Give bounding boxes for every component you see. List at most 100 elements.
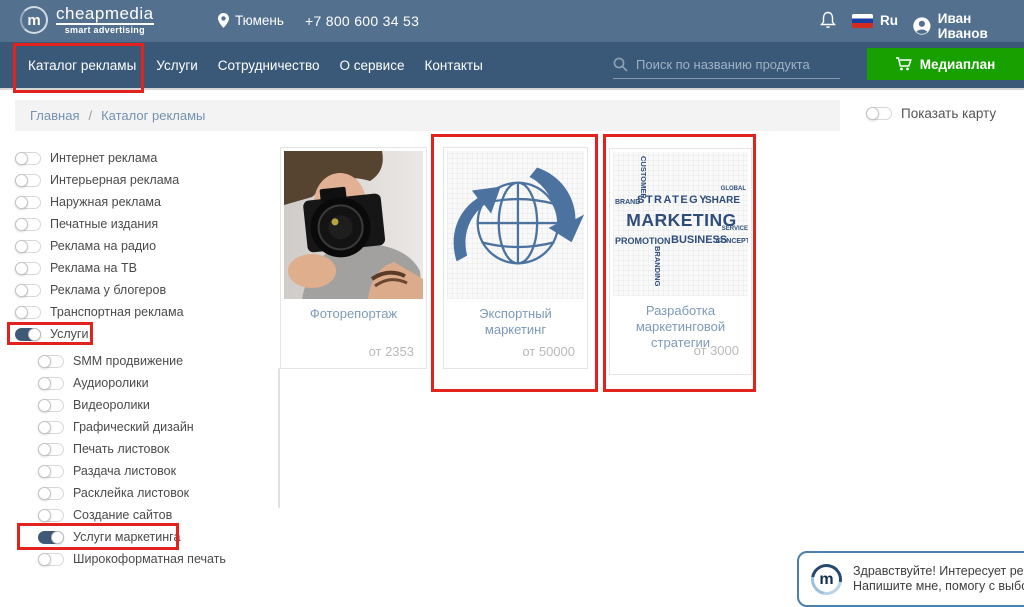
marketing-word-cloud: CUSTOMER GLOBAL STRATEGY SHARE BRAND MAR… xyxy=(613,152,748,296)
filter-label[interactable]: Реклама на ТВ xyxy=(50,261,137,275)
filter-transportnaya-reklama: Транспортная реклама xyxy=(15,301,265,323)
language-switcher[interactable]: Ru xyxy=(880,13,898,28)
filter-label[interactable]: Графический дизайн xyxy=(73,420,194,434)
filter-label[interactable]: Печать листовок xyxy=(73,442,169,456)
filter-raskleyka-listovok: Расклейка листовок xyxy=(38,482,265,504)
filter-toggle[interactable] xyxy=(38,443,64,456)
filter-label[interactable]: Широкоформатная печать xyxy=(73,552,226,566)
photographer-photo xyxy=(284,151,423,299)
filter-label[interactable]: Расклейка листовок xyxy=(73,486,189,500)
city-selector[interactable]: Тюмень xyxy=(218,13,284,28)
filter-toggle[interactable] xyxy=(38,509,64,522)
show-map-toggle[interactable] xyxy=(866,107,892,120)
logo-mark-icon: m xyxy=(20,6,48,34)
filter-label[interactable]: Раздача листовок xyxy=(73,464,176,478)
toggle-knob xyxy=(15,174,28,187)
filter-toggle[interactable] xyxy=(15,152,41,165)
filter-label[interactable]: Реклама на радио xyxy=(50,239,156,253)
filter-toggle[interactable] xyxy=(38,465,64,478)
nav-item-about[interactable]: О сервисе xyxy=(339,58,404,73)
toggle-knob xyxy=(15,196,28,209)
filter-toggle[interactable] xyxy=(38,487,64,500)
filter-toggle[interactable] xyxy=(15,218,41,231)
filter-toggle[interactable] xyxy=(15,306,41,319)
filter-naruzhnaya-reklama: Наружная реклама xyxy=(15,191,265,213)
filter-toggle[interactable] xyxy=(38,531,64,544)
location-pin-icon xyxy=(218,13,229,28)
filter-label[interactable]: Реклама у блогеров xyxy=(50,283,166,297)
show-map-toggle-row: Показать карту xyxy=(866,106,996,121)
user-menu[interactable]: Иван Иванов xyxy=(912,11,1024,41)
breadcrumb-separator: / xyxy=(88,108,92,123)
filter-toggle[interactable] xyxy=(15,196,41,209)
flag-ru-icon[interactable] xyxy=(852,14,873,28)
toggle-knob xyxy=(38,487,51,500)
cloud-word: SERVICE xyxy=(722,226,748,232)
filter-label[interactable]: Аудиоролики xyxy=(73,376,149,390)
chat-widget[interactable]: m Здравствуйте! Интересует рекла Напишит… xyxy=(797,551,1024,607)
notifications-bell-icon[interactable] xyxy=(820,11,836,34)
toggle-knob xyxy=(38,443,51,456)
filter-toggle[interactable] xyxy=(38,553,64,566)
filter-label[interactable]: Интерьерная реклама xyxy=(50,173,179,187)
filter-toggle[interactable] xyxy=(15,240,41,253)
product-card-eksportnyy-marketing[interactable]: Экспортный маркетинг от 50000 xyxy=(443,147,588,369)
product-title[interactable]: Фоторепортаж xyxy=(281,306,426,322)
filter-interernaya-reklama: Интерьерная реклама xyxy=(15,169,265,191)
filter-label[interactable]: Видеоролики xyxy=(73,398,150,412)
avatar-icon xyxy=(912,16,932,36)
breadcrumb-home[interactable]: Главная xyxy=(30,108,79,123)
product-price: от 50000 xyxy=(522,344,575,359)
sidebar-scrollbar[interactable] xyxy=(278,368,280,508)
filter-audioroliki: Аудиоролики xyxy=(38,372,265,394)
filter-toggle[interactable] xyxy=(38,377,64,390)
toggle-knob xyxy=(15,284,28,297)
logo[interactable]: m cheapmedia smart advertising xyxy=(20,5,154,35)
filter-toggle[interactable] xyxy=(38,421,64,434)
product-title[interactable]: Экспортный маркетинг xyxy=(444,306,587,338)
filter-label[interactable]: Транспортная реклама xyxy=(50,305,184,319)
search-input[interactable] xyxy=(636,57,840,72)
toggle-knob xyxy=(38,553,51,566)
breadcrumb: Главная / Каталог рекламы xyxy=(15,100,840,131)
nav-item-services[interactable]: Услуги xyxy=(156,58,198,73)
filter-label[interactable]: Создание сайтов xyxy=(73,508,172,522)
product-card-fotoreportazh[interactable]: Фоторепортаж от 2353 xyxy=(280,147,427,369)
mediaplan-button[interactable]: Медиаплан xyxy=(867,48,1024,80)
filter-razdacha-listovok: Раздача листовок xyxy=(38,460,265,482)
filter-label[interactable]: SMM продвижение xyxy=(73,354,183,368)
filter-pechatnye-izdaniya: Печатные издания xyxy=(15,213,265,235)
cloud-word: SHARE xyxy=(705,195,740,206)
logo-tagline: smart advertising xyxy=(56,25,154,35)
filter-label[interactable]: Печатные издания xyxy=(50,217,158,231)
filter-toggle[interactable] xyxy=(38,399,64,412)
filter-reklama-u-blogerov: Реклама у блогеров xyxy=(15,279,265,301)
filter-toggle[interactable] xyxy=(15,328,41,341)
toggle-knob xyxy=(15,218,28,231)
filter-label[interactable]: Интернет реклама xyxy=(50,151,157,165)
product-card-razrabotka-strategii[interactable]: CUSTOMER GLOBAL STRATEGY SHARE BRAND MAR… xyxy=(609,148,752,375)
filter-label[interactable]: Наружная реклама xyxy=(50,195,161,209)
filter-toggle[interactable] xyxy=(15,174,41,187)
product-price: от 2353 xyxy=(369,344,414,359)
filter-toggle[interactable] xyxy=(15,284,41,297)
nav-item-cooperation[interactable]: Сотрудничество xyxy=(218,58,320,73)
filter-label[interactable]: Услуги маркетинга xyxy=(73,530,180,544)
cloud-word: BRANDING xyxy=(653,246,662,286)
mediaplan-label: Медиаплан xyxy=(920,57,996,72)
filter-sozdanie-saytov: Создание сайтов xyxy=(38,504,265,526)
toggle-knob xyxy=(38,421,51,434)
toggle-knob xyxy=(51,531,64,544)
filter-toggle[interactable] xyxy=(15,262,41,275)
nav-item-catalog[interactable]: Каталог рекламы xyxy=(28,58,136,73)
toggle-knob xyxy=(38,399,51,412)
logo-name: cheapmedia xyxy=(56,4,154,25)
chat-logo-icon: m xyxy=(805,557,848,600)
breadcrumb-current[interactable]: Каталог рекламы xyxy=(101,108,205,123)
filter-smm: SMM продвижение xyxy=(38,350,265,372)
filter-toggle[interactable] xyxy=(38,355,64,368)
nav-item-contacts[interactable]: Контакты xyxy=(424,58,482,73)
toggle-knob xyxy=(866,107,879,120)
filter-label[interactable]: Услуги xyxy=(50,327,88,341)
product-price: от 3000 xyxy=(694,343,739,358)
